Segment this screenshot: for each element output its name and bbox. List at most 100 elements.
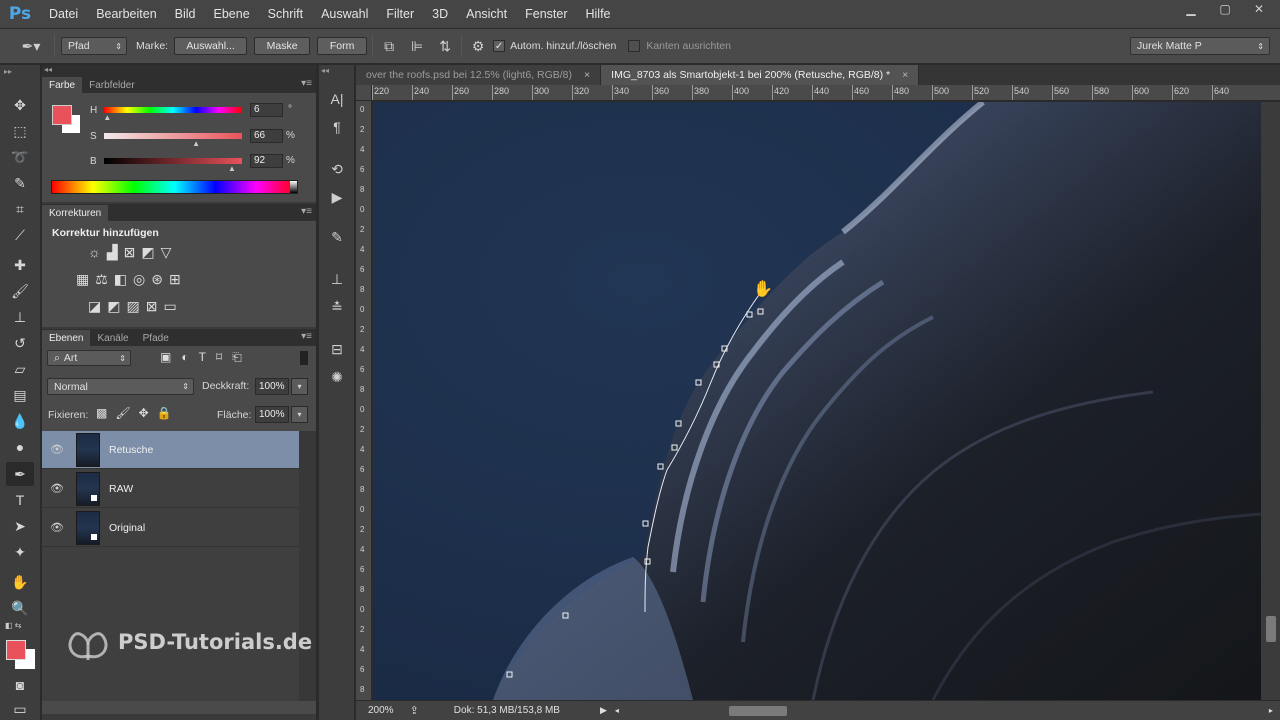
auto-add-delete-checkbox[interactable]: ✓ [493,40,506,52]
layer-filter-dropdown[interactable]: ⌕ Art ⇕ [47,350,131,366]
dodge-tool-icon[interactable]: ● [6,435,34,459]
collapse-icon[interactable]: ▸▸ [4,67,12,76]
move-tool-icon[interactable]: ✥ [6,93,34,117]
close-icon[interactable]: ✕ [1242,0,1276,18]
selective-color-icon[interactable]: ⊠ [146,298,158,315]
brightness-slider[interactable] [104,158,242,164]
foreground-color-swatch[interactable] [6,640,26,660]
visibility-eye-icon[interactable]: 👁 [42,443,72,456]
hue-value-field[interactable]: 6 [250,103,283,117]
hue-slider-thumb[interactable]: ▲ [103,113,111,122]
path-alignment-icon[interactable]: ⊫ [406,35,428,57]
layer-row-original[interactable]: 👁 Original [42,509,299,547]
fg-color-chip[interactable] [52,105,72,125]
brightness-contrast-icon[interactable]: ☼ [88,244,101,261]
opacity-field[interactable]: 100% [255,378,289,395]
lasso-tool-icon[interactable]: ➰ [6,145,34,169]
fill-slider-toggle-icon[interactable]: ▾ [291,406,308,423]
eraser-tool-icon[interactable]: ▱ [6,357,34,381]
fill-field[interactable]: 100% [255,406,289,423]
brightness-value-field[interactable]: 92 [250,154,283,168]
brush-tool-icon[interactable]: 🖌 [6,279,34,303]
menu-ebene[interactable]: Ebene [205,7,259,21]
menu-fenster[interactable]: Fenster [516,7,576,21]
shape-filter-icon[interactable]: ⌑ [216,350,222,365]
vertical-scroll-thumb[interactable] [1266,616,1276,642]
history-panel-icon[interactable]: ⟲ [325,157,349,181]
tab-kanaele[interactable]: Kanäle [90,330,135,346]
blend-mode-dropdown[interactable]: Normal ⇕ [47,378,194,395]
panel-menu-icon[interactable]: ▾≡ [301,78,312,89]
quick-mask-icon[interactable]: ◙ [6,673,34,697]
tab-korrekturen[interactable]: Korrekturen [42,205,109,221]
eyedropper-tool-icon[interactable]: ⟋ [6,223,34,247]
invert-icon[interactable]: ◪ [88,298,101,315]
saturation-slider[interactable] [104,133,242,139]
brightness-slider-thumb[interactable]: ▲ [228,164,236,173]
lock-pixels-icon[interactable]: 🖌 [115,406,130,420]
menu-3d[interactable]: 3D [423,7,457,21]
layer-row-retusche[interactable]: 👁 Retusche [42,431,299,469]
doc-tab-img-8703[interactable]: IMG_8703 als Smartobjekt-1 bei 200% (Ret… [601,65,920,85]
collapse-icon[interactable]: ◂◂ [44,65,52,74]
clone-stamp-tool-icon[interactable]: ⊥ [6,305,34,329]
curves-icon[interactable]: ⊠ [124,244,136,261]
minimize-icon[interactable]: ▁ [1174,0,1208,18]
zoom-level[interactable]: 200% [368,705,394,716]
saturation-value-field[interactable]: 66 [250,129,283,143]
pen-tool-preset-icon[interactable]: ✒▾ [14,35,48,57]
color-balance-icon[interactable]: ⚖ [95,271,108,288]
document-canvas[interactable]: ✋ [373,102,1261,700]
posterize-icon[interactable]: ◩ [107,298,120,315]
close-tab-icon[interactable]: × [584,69,590,81]
align-edges-checkbox[interactable] [628,40,641,52]
maske-button[interactable]: Maske [254,37,311,55]
properties-panel-icon[interactable]: ≛ [325,295,349,319]
horizontal-scrollbar[interactable] [623,705,1263,717]
default-colors-icon[interactable]: ◧ ⇆ [5,621,21,630]
hue-saturation-icon[interactable]: ▦ [76,271,89,288]
character-panel-icon[interactable]: A| [325,87,349,111]
status-menu-arrow-icon[interactable]: ▶ [600,705,607,716]
panel-menu-icon[interactable]: ▾≡ [301,206,312,217]
tab-ebenen[interactable]: Ebenen [42,330,91,346]
opacity-slider-toggle-icon[interactable]: ▾ [291,378,308,395]
channel-mixer-icon[interactable]: ⊛ [151,271,163,288]
maximize-icon[interactable]: ▢ [1208,0,1242,18]
menu-filter[interactable]: Filter [377,7,423,21]
vibrance-icon[interactable]: ▽ [161,244,172,261]
tab-pfade[interactable]: Pfade [136,330,176,346]
healing-brush-tool-icon[interactable]: ✚ [6,253,34,277]
panel-menu-icon[interactable]: ▾≡ [301,331,312,342]
vertical-ruler[interactable]: 0 2 4 6 8 0 2 4 6 8 0 2 4 6 8 0 2 4 6 8 0 2 4 6 8 0 2 4 6 8 [356,101,372,701]
exposure-icon[interactable]: ◩ [141,244,154,261]
lock-all-icon[interactable]: 🔒 [157,406,172,420]
type-filter-icon[interactable]: T [199,350,206,365]
saturation-slider-thumb[interactable]: ▲ [192,139,200,148]
gradient-map-icon[interactable]: ▭ [163,298,176,315]
auswahl-button[interactable]: Auswahl... [174,37,248,55]
color-lookup-icon[interactable]: ⊞ [169,271,181,288]
brush-panel-icon[interactable]: ✺ [325,365,349,389]
path-arrangement-icon[interactable]: ⇅ [434,35,456,57]
menu-auswahl[interactable]: Auswahl [312,7,377,21]
export-icon[interactable]: ⇪ [410,704,419,717]
path-selection-tool-icon[interactable]: ➤ [6,514,34,538]
visibility-eye-icon[interactable]: 👁 [42,482,72,495]
horizontal-ruler[interactable]: 220 240 260 280 300 320 340 360 380 400 420 440 460 4… [372,85,1280,101]
scroll-right-icon[interactable]: ▸ [1269,706,1273,715]
type-tool-icon[interactable]: T [6,488,34,512]
vertical-scrollbar[interactable] [1261,102,1280,700]
crop-tool-icon[interactable]: ⌗ [6,197,34,221]
screen-mode-icon[interactable]: ▭ [6,697,34,720]
menu-ansicht[interactable]: Ansicht [457,7,516,21]
menu-datei[interactable]: Datei [40,7,87,21]
levels-icon[interactable]: ▟ [107,244,118,261]
adjustment-filter-icon[interactable]: ◐ [181,350,188,365]
horizontal-scroll-thumb[interactable] [728,705,787,716]
black-white-icon[interactable]: ◧ [114,271,127,288]
shape-tool-icon[interactable]: ✦ [6,540,34,564]
pixel-filter-icon[interactable]: ▣ [160,350,171,365]
layer-row-raw[interactable]: 👁 RAW [42,470,299,508]
menu-bild[interactable]: Bild [166,7,205,21]
